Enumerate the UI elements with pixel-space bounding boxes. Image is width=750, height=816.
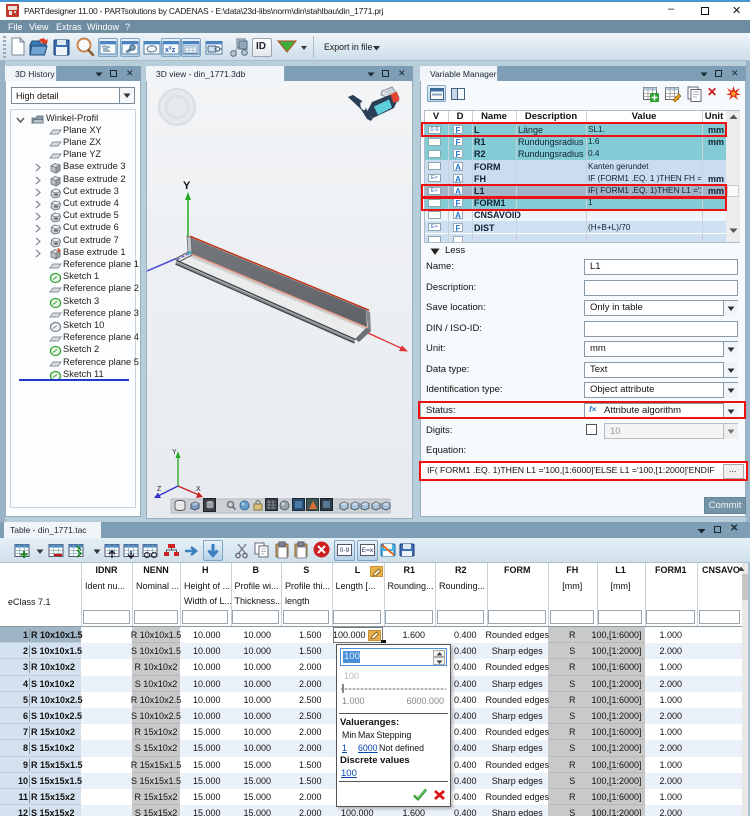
svg-text:Y: Y — [172, 449, 177, 456]
svg-text:Y: Y — [183, 180, 191, 192]
svg-text:X: X — [196, 486, 201, 493]
svg-text:Z: Z — [157, 486, 162, 493]
